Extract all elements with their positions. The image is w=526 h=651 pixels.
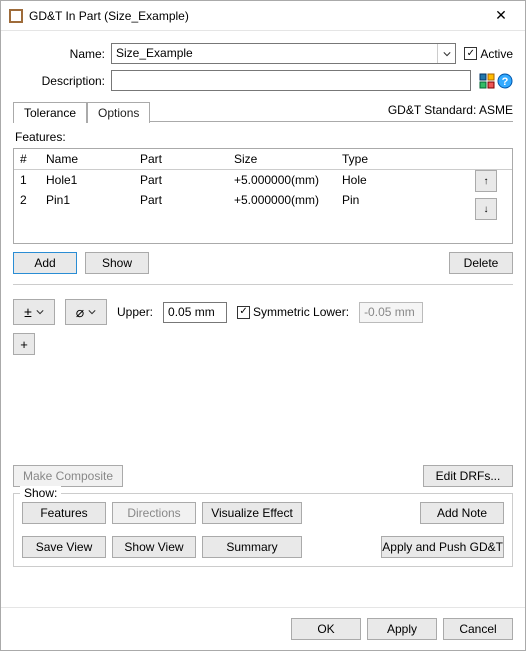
chevron-down-icon[interactable] — [437, 44, 455, 63]
description-row: Description: ? — [13, 70, 513, 91]
reorder-arrows: ↑ ↓ — [475, 170, 497, 220]
name-label: Name: — [13, 47, 111, 61]
move-down-button[interactable]: ↓ — [475, 198, 497, 220]
features-area: # Name Part Size Type 1 Hole1 Part +5.00… — [13, 148, 513, 244]
features-grid[interactable]: # Name Part Size Type 1 Hole1 Part +5.00… — [13, 148, 513, 244]
diameter-dropdown[interactable]: ⌀ — [65, 299, 107, 325]
show-features-button[interactable]: Features — [22, 502, 106, 524]
show-buttons: Features Directions Visualize Effect Add… — [22, 502, 504, 558]
chevron-down-icon — [88, 308, 96, 316]
apply-push-button[interactable]: Apply and Push GD&T — [381, 536, 504, 558]
name-value: Size_Example — [112, 44, 437, 63]
active-checkbox[interactable]: ✓ Active — [464, 47, 513, 61]
dialog-window: GD&T In Part (Size_Example) ✕ Name: Size… — [0, 0, 526, 651]
add-tolerance-button[interactable]: + — [13, 333, 35, 355]
col-part[interactable]: Part — [140, 152, 234, 166]
separator — [13, 284, 513, 285]
grid-header: # Name Part Size Type — [14, 149, 512, 170]
name-combo[interactable]: Size_Example — [111, 43, 456, 64]
make-composite-button[interactable]: Make Composite — [13, 465, 123, 487]
tab-strip: Tolerance Options GD&T Standard: ASME — [13, 101, 513, 122]
lower-input — [359, 302, 423, 323]
content-area: Name: Size_Example ✓ Active Description: — [1, 31, 525, 607]
checkbox-icon: ✓ — [464, 47, 477, 60]
upper-input[interactable] — [163, 302, 227, 323]
feature-buttons: Add Show Delete — [13, 252, 513, 274]
app-icon — [9, 9, 23, 23]
summary-button[interactable]: Summary — [202, 536, 302, 558]
active-label: Active — [480, 47, 513, 61]
description-tools: ? — [477, 73, 513, 89]
name-row: Name: Size_Example ✓ Active — [13, 43, 513, 64]
close-button[interactable]: ✕ — [479, 2, 523, 30]
show-legend: Show: — [20, 486, 61, 500]
show-button[interactable]: Show — [85, 252, 149, 274]
table-row[interactable]: 2 Pin1 Part +5.000000(mm) Pin — [14, 190, 512, 210]
add-note-button[interactable]: Add Note — [420, 502, 504, 524]
edit-drfs-button[interactable]: Edit DRFs... — [423, 465, 513, 487]
svg-text:?: ? — [502, 76, 509, 88]
close-icon: ✕ — [495, 7, 507, 24]
add-button[interactable]: Add — [13, 252, 77, 274]
description-label: Description: — [13, 74, 111, 88]
composite-row: Make Composite Edit DRFs... — [13, 465, 513, 487]
dialog-footer: OK Apply Cancel — [1, 607, 525, 650]
delete-button[interactable]: Delete — [449, 252, 513, 274]
tab-body: Features: # Name Part Size Type 1 Hole1 … — [13, 122, 513, 487]
diameter-icon: ⌀ — [76, 304, 84, 321]
visualize-effect-button[interactable]: Visualize Effect — [202, 502, 302, 524]
apply-button[interactable]: Apply — [367, 618, 437, 640]
description-input[interactable] — [111, 70, 471, 91]
tab-tolerance[interactable]: Tolerance — [13, 102, 87, 123]
window-title: GD&T In Part (Size_Example) — [29, 9, 479, 23]
table-row[interactable]: 1 Hole1 Part +5.000000(mm) Hole — [14, 170, 512, 190]
tab-options[interactable]: Options — [87, 102, 150, 123]
features-label: Features: — [15, 130, 513, 144]
col-type[interactable]: Type — [342, 152, 402, 166]
plus-minus-icon: ± — [24, 304, 32, 320]
symmetric-checkbox[interactable]: ✓ Symmetric Lower: — [237, 305, 349, 319]
help-icon[interactable]: ? — [497, 73, 513, 89]
plus-minus-dropdown[interactable]: ± — [13, 299, 55, 325]
standard-label: GD&T Standard: ASME — [388, 103, 513, 122]
checkbox-icon: ✓ — [237, 306, 250, 319]
tolerance-row: ± ⌀ Upper: ✓ Symmetric Lower: — [13, 299, 513, 325]
symmetric-label: Symmetric Lower: — [253, 305, 349, 319]
col-name[interactable]: Name — [46, 152, 140, 166]
move-up-button[interactable]: ↑ — [475, 170, 497, 192]
col-num[interactable]: # — [20, 152, 46, 166]
col-size[interactable]: Size — [234, 152, 342, 166]
show-fieldset: Show: Features Directions Visualize Effe… — [13, 493, 513, 567]
show-view-button[interactable]: Show View — [112, 536, 196, 558]
show-directions-button[interactable]: Directions — [112, 502, 196, 524]
save-view-button[interactable]: Save View — [22, 536, 106, 558]
ok-button[interactable]: OK — [291, 618, 361, 640]
titlebar: GD&T In Part (Size_Example) ✕ — [1, 1, 525, 31]
cancel-button[interactable]: Cancel — [443, 618, 513, 640]
chevron-down-icon — [36, 308, 44, 316]
grid-icon[interactable] — [479, 73, 495, 89]
upper-label: Upper: — [117, 305, 153, 319]
